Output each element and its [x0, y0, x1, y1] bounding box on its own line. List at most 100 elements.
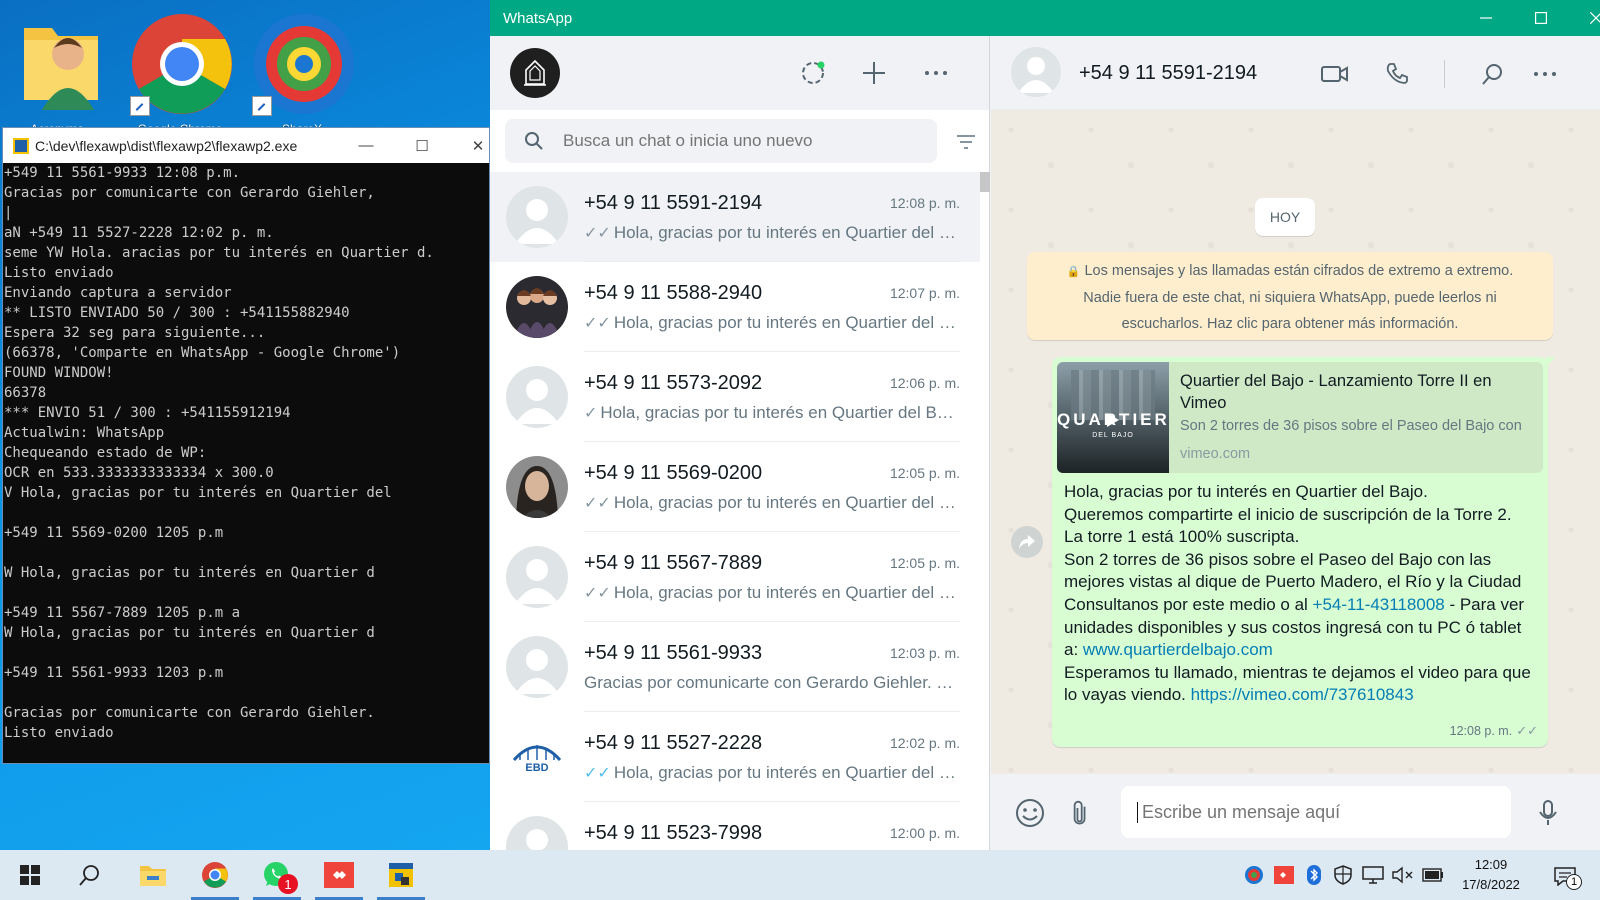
chat-preview: Gracias por comunicarte con Gerardo Gieh… — [584, 673, 960, 693]
lock-icon: 🔒 — [1066, 266, 1081, 278]
chat-list-item[interactable]: EBD +54 9 11 5527-2228 12:02 p. m. ✓✓ Hola, … — [490, 712, 980, 802]
minimize-button[interactable]: — — [341, 128, 391, 163]
tray-battery-icon[interactable] — [1422, 864, 1444, 886]
conversation-menu-button[interactable] — [1529, 58, 1561, 90]
whatsapp-window: WhatsApp Busca un chat o inicia uno nuev… — [490, 0, 1600, 850]
new-chat-button[interactable] — [859, 58, 889, 88]
video-link[interactable]: https://vimeo.com/737610843 — [1191, 685, 1414, 704]
voice-call-button[interactable] — [1381, 58, 1413, 90]
chat-list-panel: +54 9 11 5591-219412:08 p. m.✓✓Hola, gra… — [490, 36, 990, 850]
chat-avatar[interactable] — [506, 276, 568, 338]
contact-avatar[interactable] — [1011, 47, 1061, 97]
status-icon — [802, 61, 825, 84]
status-button[interactable] — [798, 58, 828, 88]
message-status-icon: ✓✓ — [584, 495, 611, 512]
tray-anydesk-icon[interactable] — [1273, 864, 1295, 886]
desktop-icon-sharex[interactable]: ShareX — [246, 6, 358, 136]
chat-list-item[interactable]: +54 9 11 5523-799812:00 p. m.✓✓Hola, gra… — [490, 802, 980, 850]
chat-name: +54 9 11 5569-0200 — [584, 462, 763, 484]
maximize-button[interactable]: ☐ — [397, 128, 447, 163]
search-messages-button[interactable] — [1477, 58, 1509, 90]
more-horizontal-icon — [1534, 72, 1556, 76]
action-center-button[interactable]: 1 — [1550, 862, 1582, 890]
video-thumbnail[interactable]: QUARTIER DEL BAJO — [1057, 362, 1169, 473]
voice-message-button[interactable] — [1531, 796, 1565, 830]
search-box[interactable] — [505, 119, 937, 163]
chat-avatar[interactable] — [506, 636, 568, 698]
tray-network-icon[interactable] — [1362, 864, 1384, 886]
chat-time: 12:07 p. m. — [889, 285, 960, 301]
contact-name[interactable]: +54 9 11 5591-2194 — [1079, 62, 1257, 85]
tray-security-icon[interactable] — [1332, 864, 1354, 886]
attach-button[interactable] — [1064, 796, 1098, 830]
chat-list-item[interactable]: +54 9 11 5561-9933 12:03 p. m. Gracias por… — [490, 622, 980, 712]
close-button[interactable] — [1568, 0, 1600, 36]
chat-name: +54 9 11 5567-7889 — [584, 552, 763, 574]
chat-list-scrollbar[interactable] — [980, 172, 990, 192]
chat-item-body: +54 9 11 5561-9933 12:03 p. m. Gracias por… — [584, 622, 960, 712]
conversation-panel: +54 9 11 5591-2194 HOY 🔒 Los mensajes y … — [991, 36, 1600, 850]
chat-item-body: +54 9 11 5569-0200 12:05 p. m. ✓✓ Hola, gra… — [584, 442, 960, 532]
taskbar-whatsapp[interactable]: 1 — [251, 850, 303, 900]
taskbar-chrome[interactable] — [189, 850, 241, 900]
message-status-icon: ✓✓ — [584, 585, 611, 602]
filter-unread-button[interactable] — [952, 128, 980, 156]
taskbar-anydesk[interactable] — [313, 850, 365, 900]
search-input[interactable] — [563, 131, 903, 151]
chat-avatar[interactable] — [506, 546, 568, 608]
chat-list-item[interactable]: +54 9 11 5588-2940 12:07 p. m. ✓✓ Hola, gra… — [490, 262, 980, 352]
chat-item-body: +54 9 11 5588-2940 12:07 p. m. ✓✓ Hola, gra… — [584, 262, 960, 352]
default-avatar-icon — [506, 636, 568, 698]
start-button[interactable] — [4, 850, 56, 900]
tray-bluetooth-icon[interactable] — [1303, 864, 1325, 886]
minimize-button[interactable] — [1458, 0, 1513, 36]
message-input[interactable] — [1137, 801, 1497, 823]
taskbar-python-app[interactable] — [375, 850, 427, 900]
message-line: Hola, gracias por tu interés en Quartier… — [1064, 482, 1428, 501]
message-input-box[interactable] — [1121, 786, 1511, 838]
video-camera-icon — [1321, 66, 1348, 82]
svg-text:EBD: EBD — [525, 762, 548, 774]
person-photo-avatar — [506, 456, 568, 518]
windows-logo-icon — [20, 865, 40, 885]
chat-avatar[interactable] — [506, 186, 568, 248]
chat-list-item[interactable]: +54 9 11 5573-2092 12:06 p. m. ✓ Hola, grac… — [490, 352, 980, 442]
desktop-icon-user-folder[interactable]: Acronyms... — [6, 6, 118, 136]
link-preview[interactable]: QUARTIER DEL BAJO Quartier del Bajo - La… — [1057, 362, 1543, 473]
message-line: Consultanos por este medio o al +54-11-4… — [1064, 594, 1525, 660]
outgoing-message[interactable]: QUARTIER DEL BAJO Quartier del Bajo - La… — [1052, 357, 1556, 747]
video-call-button[interactable] — [1319, 58, 1351, 90]
chat-avatar[interactable]: EBD — [506, 726, 568, 788]
chat-avatar[interactable] — [506, 366, 568, 428]
forward-button[interactable] — [1011, 526, 1043, 558]
tray-volume-muted-icon[interactable] — [1392, 864, 1414, 886]
folder-icon — [140, 866, 166, 886]
message-status-icon: ✓✓ — [584, 315, 611, 332]
chat-list-item[interactable]: +54 9 11 5569-0200 12:05 p. m. ✓✓ Hola, gra… — [490, 442, 980, 532]
chat-avatar[interactable] — [506, 816, 568, 850]
tray-edge-icon[interactable] — [1243, 864, 1265, 886]
whatsapp-titlebar[interactable]: WhatsApp — [490, 0, 1600, 36]
default-avatar-icon — [506, 816, 568, 850]
maximize-button[interactable] — [1513, 0, 1568, 36]
chat-last-message: Hola, gracias por tu interés en Quartier… — [600, 403, 960, 422]
taskbar-file-explorer[interactable] — [127, 850, 179, 900]
chat-item-body: +54 9 11 5523-799812:00 p. m.✓✓Hola, gra… — [584, 802, 960, 850]
phone-link[interactable]: +54-11-43118008 — [1313, 595, 1445, 614]
conversation-header[interactable]: +54 9 11 5591-2194 — [991, 36, 1600, 110]
chat-avatar[interactable] — [506, 456, 568, 518]
chat-time: 12:06 p. m. — [889, 375, 960, 391]
console-titlebar[interactable]: C:\dev\flexawp\dist\flexawp2\flexawp2.ex… — [3, 128, 489, 163]
system-clock[interactable]: 12:09 17/8/2022 — [1446, 855, 1536, 895]
website-link[interactable]: www.quartierdelbajo.com — [1083, 640, 1273, 659]
chat-list-item[interactable]: +54 9 11 5591-2194 12:08 p. m. ✓✓ Hola, gra… — [490, 172, 980, 262]
desktop-icon-chrome[interactable]: Google Chrome — [124, 6, 236, 136]
emoji-icon — [1016, 799, 1044, 827]
menu-button[interactable] — [921, 58, 951, 88]
my-avatar[interactable] — [510, 48, 560, 98]
encryption-notice[interactable]: 🔒 Los mensajes y las llamadas están cifr… — [1027, 252, 1553, 340]
emoji-button[interactable] — [1013, 796, 1047, 830]
default-avatar-icon — [506, 366, 568, 428]
chat-list-item[interactable]: +54 9 11 5567-7889 12:05 p. m. ✓✓ Hola, gra… — [490, 532, 980, 622]
taskbar-search-button[interactable] — [64, 850, 116, 900]
